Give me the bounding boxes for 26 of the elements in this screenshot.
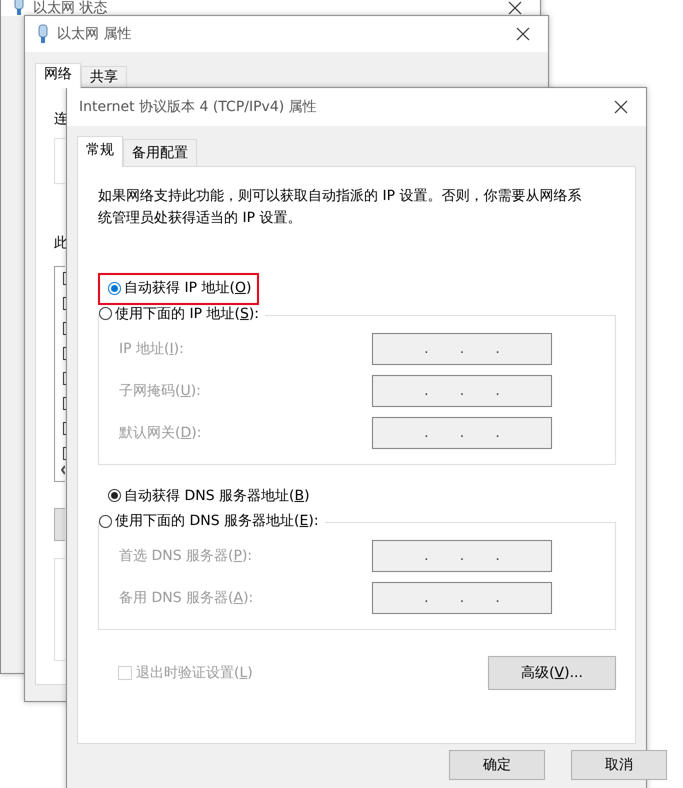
field-label: 默认网关(D):	[119, 424, 202, 442]
scroll-left-icon[interactable]	[61, 465, 65, 475]
radio-option[interactable]: 使用下面的 DNS 服务器地址(E):	[99, 512, 325, 530]
advanced-button[interactable]: 高级(V)...	[488, 656, 616, 690]
tab[interactable]: 备用配置	[123, 139, 197, 166]
close-icon[interactable]	[508, 1, 522, 15]
radio-option[interactable]: 自动获得 IP 地址(O)	[108, 279, 252, 297]
window-title: 以太网 属性	[57, 25, 132, 43]
cancel-button[interactable]: 取消	[571, 750, 667, 780]
field-label: 子网掩码(U):	[119, 382, 202, 400]
network-adapter-icon	[13, 0, 25, 16]
close-icon[interactable]	[614, 100, 628, 114]
field-label: 首选 DNS 服务器(P):	[119, 547, 254, 565]
radio-option[interactable]: 自动获得 DNS 服务器地址(B)	[108, 486, 310, 504]
radio-option[interactable]: 使用下面的 IP 地址(S):	[99, 304, 266, 322]
window-title: Internet 协议版本 4 (TCP/IPv4) 属性	[79, 98, 318, 116]
description-text: 如果网络支持此功能，则可以获取自动指派的 IP 设置。否则，你需要从网络系统管理员处获得适当的 IP 设置。	[98, 187, 582, 228]
close-icon[interactable]	[516, 27, 530, 41]
ok-button[interactable]: 确定	[449, 750, 545, 780]
window-title: 以太网 状态	[33, 1, 108, 16]
tab[interactable]: 共享	[81, 66, 127, 87]
field-label: IP 地址(I):	[119, 340, 185, 358]
tab[interactable]: 常规	[77, 136, 123, 167]
network-adapter-icon	[37, 24, 49, 44]
tab[interactable]: 网络	[35, 63, 81, 88]
field-label: 备用 DNS 服务器(A):	[119, 589, 254, 607]
